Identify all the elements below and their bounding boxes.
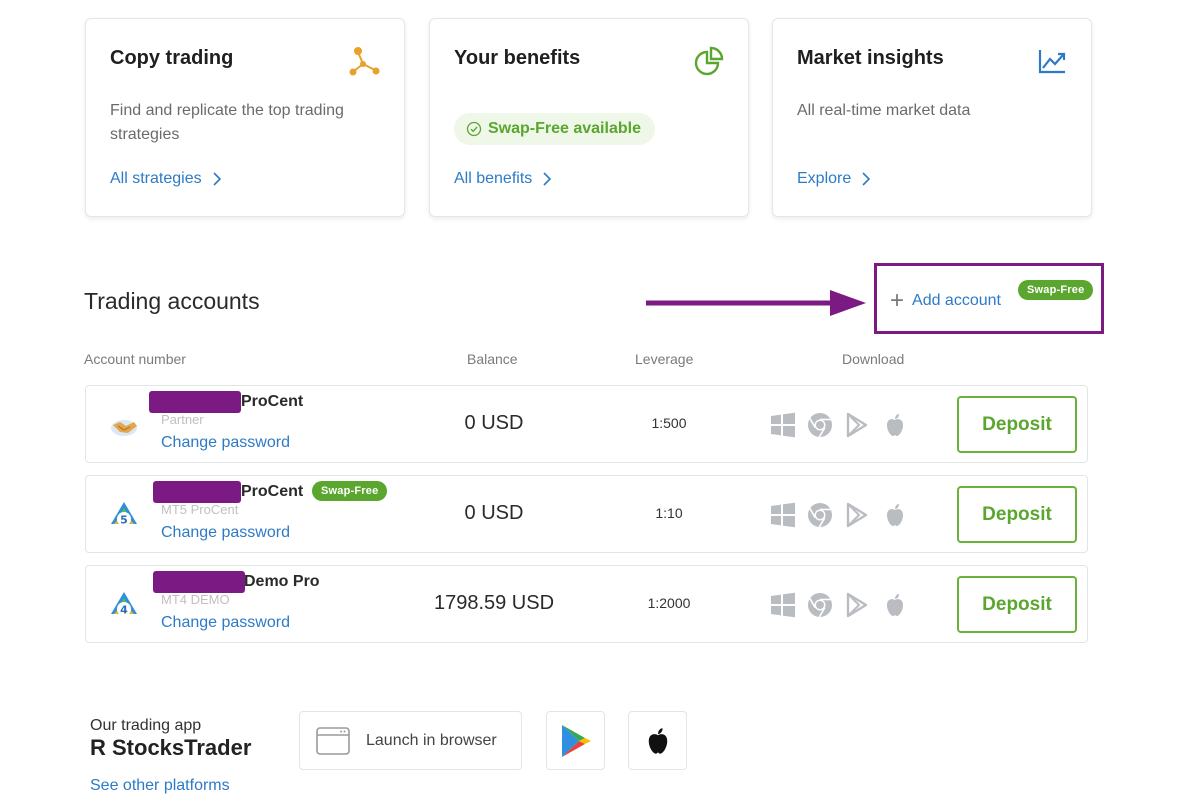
mt5-icon: 5	[111, 502, 137, 527]
chevron-right-icon	[213, 172, 221, 186]
account-type: Partner	[161, 412, 204, 427]
mt4-icon: 4	[111, 592, 137, 617]
trend-chart-icon	[1038, 50, 1066, 74]
card-title: Your benefits	[454, 47, 581, 69]
chrome-icon[interactable]	[807, 592, 833, 618]
deposit-button[interactable]: Deposit	[957, 576, 1077, 633]
annotation-arrow	[646, 290, 866, 316]
add-account-label: Add account	[912, 292, 1001, 309]
google-play-icon[interactable]	[844, 412, 870, 438]
copy-trading-icon	[349, 47, 380, 76]
browser-window-icon	[316, 726, 350, 755]
account-leverage: 1:2000	[647, 595, 691, 611]
chrome-icon[interactable]	[807, 502, 833, 528]
add-account-button[interactable]: + Add account	[890, 287, 1001, 314]
trading-app-label: Our trading app	[90, 717, 202, 734]
account-name: ProCent	[241, 483, 304, 500]
account-balance: 1798.59 USD	[433, 592, 555, 614]
chevron-right-icon	[543, 172, 552, 186]
column-header-account: Account number	[84, 351, 186, 367]
all-benefits-link[interactable]: All benefits	[454, 170, 554, 188]
apple-icon[interactable]	[882, 502, 908, 528]
card-title: Market insights	[797, 47, 944, 69]
apple-icon	[648, 727, 667, 754]
account-row: 4 Demo Pro MT4 DEMO Change password 1798…	[85, 565, 1088, 643]
account-row: 5 ProCent Swap-Free MT5 ProCent Change p…	[85, 475, 1088, 553]
account-balance: 0 USD	[464, 412, 524, 434]
svg-text:5: 5	[120, 514, 128, 527]
pie-chart-icon	[694, 46, 724, 76]
account-row: ProCent Partner Change password 0 USD 1:…	[85, 385, 1088, 463]
link-label: All benefits	[454, 170, 533, 187]
account-balance: 0 USD	[464, 502, 524, 524]
deposit-button[interactable]: Deposit	[957, 486, 1077, 543]
google-play-icon	[561, 724, 591, 757]
apple-icon[interactable]	[882, 412, 908, 438]
swap-free-badge: Swap-Free	[312, 481, 388, 501]
launch-in-browser-button[interactable]: Launch in browser	[299, 711, 522, 770]
windows-icon[interactable]	[770, 412, 796, 438]
plus-icon: +	[890, 287, 905, 314]
launch-label: Launch in browser	[366, 731, 497, 749]
benefits-card[interactable]: Your benefits Swap-Free available All be…	[429, 18, 749, 217]
account-name: Demo Pro	[244, 573, 320, 590]
see-other-platforms-link[interactable]: See other platforms	[90, 777, 230, 795]
account-type: MT4 DEMO	[161, 592, 230, 607]
redaction-mark	[153, 481, 241, 503]
card-description: All real-time market data	[797, 102, 971, 119]
google-play-store-button[interactable]	[546, 711, 605, 770]
market-insights-card[interactable]: Market insights All real-time market dat…	[772, 18, 1092, 217]
deposit-button[interactable]: Deposit	[957, 396, 1077, 453]
check-circle-icon	[466, 121, 482, 137]
change-password-link[interactable]: Change password	[161, 524, 290, 542]
section-title: Trading accounts	[84, 288, 260, 314]
partner-handshake-icon	[111, 420, 137, 436]
swap-free-badge: Swap-Free	[1018, 280, 1094, 300]
google-play-icon[interactable]	[844, 592, 870, 618]
windows-icon[interactable]	[770, 592, 796, 618]
trading-app-name: R StocksTrader	[90, 735, 252, 760]
change-password-link[interactable]: Change password	[161, 614, 290, 632]
change-password-link[interactable]: Change password	[161, 434, 290, 452]
column-header-download: Download	[842, 351, 905, 367]
account-leverage: 1:10	[655, 505, 683, 521]
link-label: Explore	[797, 170, 852, 187]
redaction-mark	[149, 391, 241, 413]
google-play-icon[interactable]	[844, 502, 870, 528]
column-header-balance: Balance	[467, 351, 518, 367]
svg-text:4: 4	[120, 604, 128, 617]
explore-link[interactable]: Explore	[797, 170, 873, 188]
account-name: ProCent	[241, 393, 304, 410]
card-title: Copy trading	[110, 47, 234, 69]
windows-icon[interactable]	[770, 502, 796, 528]
link-label: All strategies	[110, 170, 202, 187]
column-header-leverage: Leverage	[635, 351, 694, 367]
all-strategies-link[interactable]: All strategies	[110, 170, 224, 188]
account-leverage: 1:500	[651, 415, 687, 431]
app-store-button[interactable]	[628, 711, 687, 770]
chevron-right-icon	[862, 172, 871, 186]
card-description: Find and replicate the top trading strat…	[110, 102, 344, 143]
badge-label: Swap-Free available	[488, 120, 641, 137]
chrome-icon[interactable]	[807, 412, 833, 438]
apple-icon[interactable]	[882, 592, 908, 618]
account-type: MT5 ProCent	[161, 502, 239, 517]
redaction-mark	[153, 571, 245, 593]
swap-free-badge: Swap-Free available	[454, 113, 655, 145]
copy-trading-card[interactable]: Copy trading Find and replicate the top …	[85, 18, 405, 217]
